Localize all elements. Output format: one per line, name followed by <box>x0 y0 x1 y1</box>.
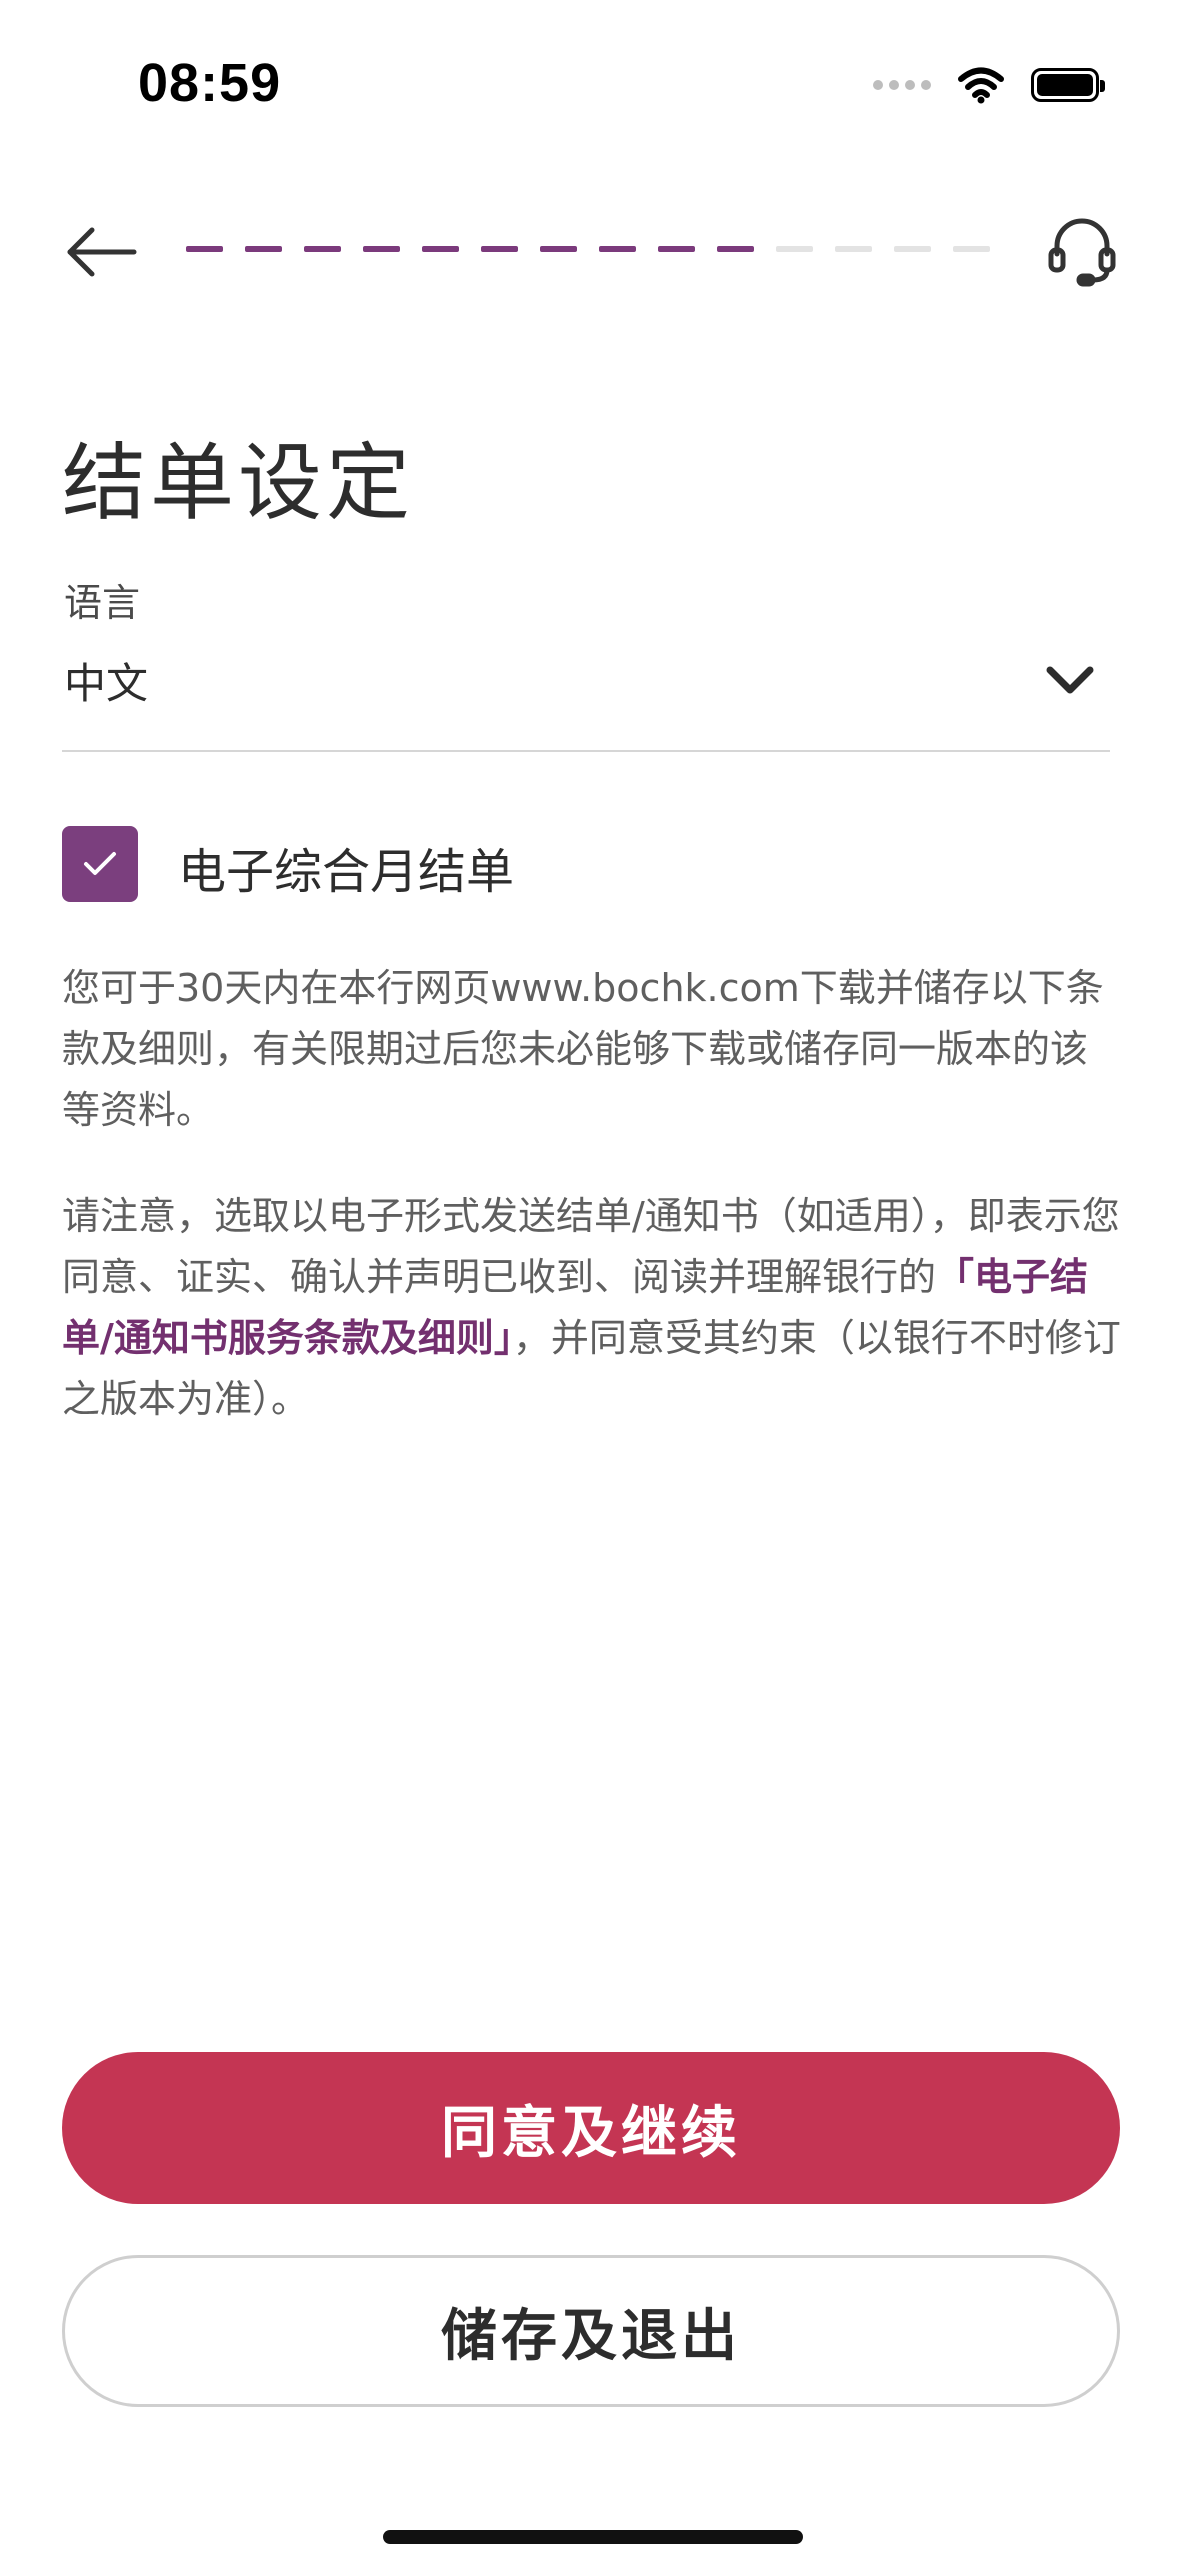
progress-segment <box>599 246 636 252</box>
save-exit-button[interactable]: 储存及退出 <box>62 2255 1120 2407</box>
progress-segment <box>658 246 695 252</box>
headset-icon <box>1048 218 1116 287</box>
chevron-down-icon <box>1046 666 1094 694</box>
cellular-signal-icon <box>873 80 931 90</box>
home-indicator[interactable] <box>383 2530 803 2544</box>
status-time: 08:59 <box>138 53 282 113</box>
battery-icon <box>1031 68 1105 102</box>
progress-segment <box>363 246 400 252</box>
progress-segment <box>422 246 459 252</box>
wifi-icon <box>958 67 1004 104</box>
download-notice-text: 您可于30天内在本行网页www.bochk.com下载并储存以下条款及细则，有关… <box>62 966 1104 1132</box>
support-button[interactable] <box>1047 216 1117 288</box>
language-value: 中文 <box>64 659 149 708</box>
e-statement-checkbox[interactable] <box>62 826 138 902</box>
language-select[interactable]: 中文 <box>62 640 1110 752</box>
progress-segment <box>304 246 341 252</box>
progress-segment <box>186 246 223 252</box>
progress-segment <box>717 246 754 252</box>
page-title: 结单设定 <box>62 434 415 532</box>
step-progress-bar <box>186 246 990 252</box>
checkmark-icon <box>84 852 116 875</box>
progress-segment <box>481 246 518 252</box>
progress-segment <box>953 246 990 252</box>
progress-segment <box>776 246 813 252</box>
progress-segment <box>835 246 872 252</box>
language-label: 语言 <box>64 581 141 625</box>
progress-segment <box>245 246 282 252</box>
e-statement-label[interactable]: 电子综合月结单 <box>178 832 514 902</box>
consent-notice-text: 请注意，选取以电子形式发送结单/通知书（如适用），即表示您同意、证实、确认并声明… <box>62 1186 1122 1430</box>
progress-segment <box>894 246 931 252</box>
arrow-left-icon <box>67 227 137 277</box>
back-button[interactable] <box>62 222 138 282</box>
status-icons <box>873 66 1105 104</box>
progress-segment <box>540 246 577 252</box>
agree-continue-button[interactable]: 同意及继续 <box>62 2052 1120 2204</box>
